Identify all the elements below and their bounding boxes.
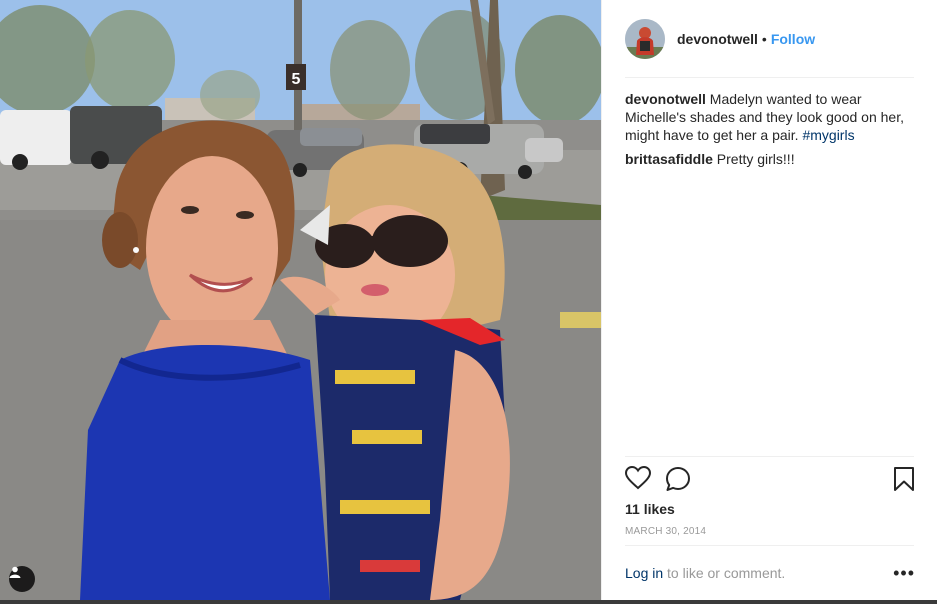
comment-text: Pretty girls!!! bbox=[716, 151, 795, 167]
person-icon bbox=[9, 566, 21, 578]
login-prompt: Log in to like or comment. ••• bbox=[625, 563, 915, 584]
comment-bubble-icon[interactable] bbox=[665, 466, 691, 497]
comment-username[interactable]: devonotwell bbox=[625, 91, 706, 107]
login-suffix-text: to like or comment. bbox=[663, 565, 786, 581]
more-options-icon[interactable]: ••• bbox=[893, 563, 915, 584]
actions-divider bbox=[625, 456, 914, 457]
avatar[interactable] bbox=[625, 19, 665, 59]
action-bar bbox=[624, 465, 915, 497]
login-link[interactable]: Log in bbox=[625, 565, 663, 581]
comment-list: devonotwell Madelyn wanted to wear Miche… bbox=[625, 90, 915, 174]
photo-scene: 5 bbox=[0, 0, 601, 600]
bookmark-icon[interactable] bbox=[893, 466, 915, 497]
comment-username[interactable]: brittasafiddle bbox=[625, 151, 713, 167]
heart-icon[interactable] bbox=[624, 465, 652, 495]
list-item-comment: brittasafiddle Pretty girls!!! bbox=[625, 150, 915, 168]
follow-button[interactable]: Follow bbox=[771, 31, 815, 47]
bottom-edge bbox=[0, 600, 937, 604]
post-sidebar: devonotwell • Follow devonotwell Madelyn… bbox=[601, 0, 937, 600]
footer-divider bbox=[625, 545, 914, 546]
avatar-image bbox=[625, 19, 665, 59]
header-username[interactable]: devonotwell bbox=[677, 31, 758, 47]
hashtag-link[interactable]: #mygirls bbox=[802, 127, 854, 143]
pole-sign-number: 5 bbox=[292, 71, 301, 88]
post-date[interactable]: MARCH 30, 2014 bbox=[625, 526, 706, 537]
tagged-users-button[interactable] bbox=[9, 566, 35, 592]
header-separator-dot: • bbox=[761, 31, 767, 47]
header-divider bbox=[625, 77, 914, 78]
post-photo[interactable]: 5 bbox=[0, 0, 601, 600]
likes-count[interactable]: 11 likes bbox=[625, 501, 675, 517]
caption-comment: devonotwell Madelyn wanted to wear Miche… bbox=[625, 90, 915, 144]
post-header: devonotwell • Follow bbox=[625, 17, 915, 61]
